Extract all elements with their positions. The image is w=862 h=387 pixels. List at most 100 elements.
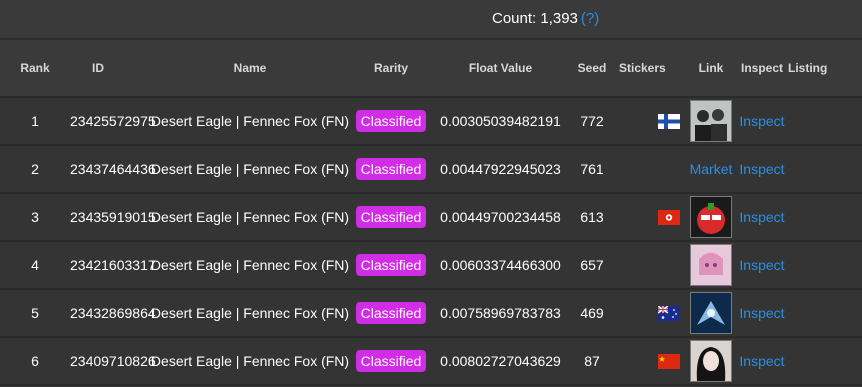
name-cell: Desert Eagle | Fennec Fox (FN) [150,193,350,242]
listing-avatar-link[interactable] [690,196,732,238]
result-count: Count: 1,393 (?) [492,10,599,27]
col-header-id[interactable]: ID [70,40,150,98]
listing-cell [788,289,862,338]
rarity-badge: Classified [355,110,427,132]
table-row: 4 23421603317 Desert Eagle | Fennec Fox (F… [0,241,862,290]
link-cell: Market [686,145,736,194]
stickers-cell [615,145,686,194]
float-cell: 0.00305039482191 [432,97,569,146]
listing-avatar-link[interactable] [690,100,732,142]
col-header-rarity[interactable]: Rarity [350,40,432,98]
rank-cell: 5 [0,289,70,338]
flag-hong-kong-icon [658,210,680,225]
rank-cell: 6 [0,337,70,386]
table-row: 2 23437464436 Desert Eagle | Fennec Fox (F… [0,145,862,194]
name-cell: Desert Eagle | Fennec Fox (FN) [150,337,350,386]
float-cell: 0.00603374466300 [432,241,569,290]
flag-finland-icon [658,114,680,129]
table-row: 6 23409710826 Desert Eagle | Fennec Fox (F… [0,337,862,386]
rarity-badge: Classified [355,254,427,276]
rank-cell: 4 [0,241,70,290]
inspect-cell: Inspect [736,289,788,338]
float-cell: 0.00447922945023 [432,145,569,194]
seed-cell: 657 [569,241,615,290]
link-cell [686,241,736,290]
inspect-link[interactable]: Inspect [739,257,784,273]
name-cell: Desert Eagle | Fennec Fox (FN) [150,97,350,146]
rarity-badge: Classified [355,206,427,228]
market-link[interactable]: Market [690,161,733,177]
col-header-float[interactable]: Float Value [432,40,569,98]
rank-cell: 2 [0,145,70,194]
rarity-cell: Classified [350,337,432,386]
col-header-listing[interactable]: Listing [788,40,862,98]
listing-cell [788,241,862,290]
table-row: 3 23435919015 Desert Eagle | Fennec Fox (F… [0,193,862,242]
listings-table: Rank ID Name Rarity Float Value Seed Sti… [0,40,862,386]
rarity-cell: Classified [350,145,432,194]
inspect-cell: Inspect [736,97,788,146]
inspect-cell: Inspect [736,337,788,386]
name-cell: Desert Eagle | Fennec Fox (FN) [150,145,350,194]
table-header-row: Rank ID Name Rarity Float Value Seed Sti… [0,40,862,98]
inspect-link[interactable]: Inspect [739,353,784,369]
seed-cell: 772 [569,97,615,146]
rarity-badge: Classified [355,158,427,180]
name-cell: Desert Eagle | Fennec Fox (FN) [150,241,350,290]
inspect-cell: Inspect [736,193,788,242]
inspect-cell: Inspect [736,145,788,194]
col-header-inspect[interactable]: Inspect [736,40,788,98]
link-cell [658,193,736,242]
listing-avatar-link[interactable] [690,340,732,382]
col-header-stickers[interactable]: Stickers [615,40,686,98]
float-cell: 0.00802727043629 [432,337,569,386]
col-header-rank[interactable]: Rank [0,40,70,98]
id-cell: 23435919015 [70,193,156,242]
inspect-link[interactable]: Inspect [739,161,784,177]
seed-cell: 761 [569,145,615,194]
inspect-link[interactable]: Inspect [739,209,784,225]
rank-cell: 1 [0,97,70,146]
rarity-cell: Classified [350,193,432,242]
listing-cell [788,97,862,146]
flag-china-icon [658,354,680,369]
link-cell [658,97,736,146]
stickers-cell [615,241,686,290]
listing-cell [788,193,862,242]
rarity-badge: Classified [355,302,427,324]
link-cell [658,337,736,386]
rarity-cell: Classified [350,97,432,146]
id-cell: 23421603317 [70,241,156,290]
id-cell: 23432869864 [70,289,156,338]
rank-cell: 3 [0,193,70,242]
inspect-link[interactable]: Inspect [739,113,784,129]
col-header-link[interactable]: Link [686,40,736,98]
seed-cell: 87 [569,337,615,386]
listing-cell [788,337,862,386]
count-help-link[interactable]: (?) [581,10,599,27]
count-label: Count: 1,393 [492,10,578,27]
float-cell: 0.00758969783783 [432,289,569,338]
link-cell [657,289,736,338]
rarity-badge: Classified [355,350,427,372]
inspect-link[interactable]: Inspect [739,305,784,321]
id-cell: 23409710826 [70,337,156,386]
id-cell: 23425572975 [70,97,156,146]
inspect-cell: Inspect [736,241,788,290]
listing-cell [788,145,862,194]
listing-avatar-link[interactable] [690,292,732,334]
seed-cell: 469 [569,289,615,338]
count-bar: Count: 1,393 (?) [0,0,862,40]
name-cell: Desert Eagle | Fennec Fox (FN) [150,289,350,338]
col-header-name[interactable]: Name [150,40,350,98]
rarity-cell: Classified [350,289,432,338]
listing-avatar-link[interactable] [690,244,732,286]
float-cell: 0.00449700234458 [432,193,569,242]
flag-australia-icon [657,305,680,321]
seed-cell: 613 [569,193,615,242]
table-row: 5 23432869864 Desert Eagle | Fennec Fox (F… [0,289,862,338]
col-header-seed[interactable]: Seed [569,40,615,98]
table-row: 1 23425572975 Desert Eagle | Fennec Fox (F… [0,97,862,146]
id-cell: 23437464436 [70,145,156,194]
rarity-cell: Classified [350,241,432,290]
